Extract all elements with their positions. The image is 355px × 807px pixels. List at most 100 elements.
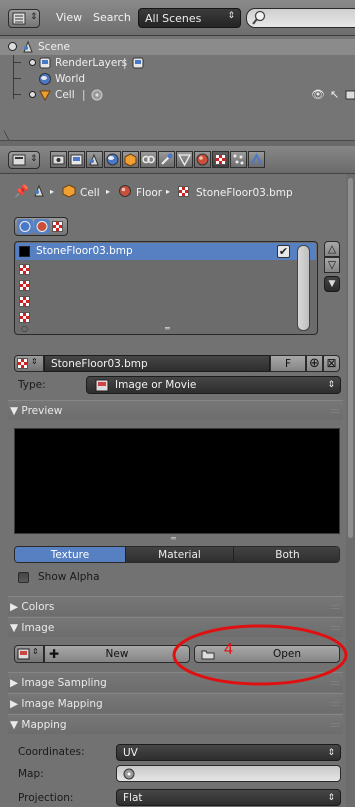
tree-row-cell[interactable]: Cell | 👁 ↖ [0,87,355,103]
world-context-button[interactable] [17,219,33,234]
unlink-texture-button[interactable]: ⊠ [323,355,340,372]
breadcrumb-item[interactable]: Floor [136,187,162,199]
object-tab-icon[interactable] [122,151,139,168]
world-tab-icon[interactable] [104,151,121,168]
chevron-updown-icon: ⇕ [327,793,335,803]
tab-texture[interactable]: Texture [15,547,125,562]
drag-handle-icon[interactable]: ::::: [331,694,341,714]
render-tab-icon[interactable] [50,151,67,168]
pin-icon[interactable]: 📌 [14,184,29,198]
empty-slot-icon[interactable] [19,264,30,275]
expand-icon[interactable] [29,59,36,66]
drag-handle-icon[interactable]: ::::: [331,715,341,735]
eye-icon[interactable]: 👁 [311,87,325,103]
show-alpha-checkbox[interactable] [18,572,29,583]
empty-slot-icon[interactable] [19,280,30,291]
move-up-button[interactable]: △ [324,241,340,257]
view-menu[interactable]: View [56,11,82,24]
scene-tab-icon[interactable] [86,151,103,168]
tab-material[interactable]: Material [125,547,233,562]
empty-slot-icon[interactable] [19,312,30,323]
search-input[interactable] [246,8,355,28]
material-context-button[interactable] [34,219,50,234]
modifiers-tab-icon[interactable] [158,151,175,168]
image-mapping-panel-header[interactable]: ▶ Image Mapping ::::: [8,693,343,713]
move-down-button[interactable]: ▽ [324,257,340,273]
chevron-updown-icon: ⇕ [227,11,235,21]
drag-handle-icon[interactable]: ::::: [331,618,341,638]
projection-select[interactable]: Flat ⇕ [116,789,341,806]
fake-user-button[interactable]: F [270,355,306,372]
add-texture-button[interactable]: ⊕ [306,355,323,372]
uv-map-field[interactable] [116,765,341,782]
world-icon [39,73,51,85]
display-mode-select[interactable]: All Scenes ⇕ [138,8,241,28]
drag-handle-icon[interactable]: ::::: [331,597,341,617]
breadcrumb-item[interactable]: Cell [80,187,100,199]
editor-type-button[interactable]: ⇕ [8,151,40,169]
list-resize-handle[interactable]: ═ [165,324,170,333]
panel-title: Image [21,622,55,634]
mapping-panel-header[interactable]: ▼ Mapping ::::: [8,714,343,734]
list-expand-icon[interactable]: ○ [21,324,28,333]
annotation-number: 4 [224,641,233,658]
preview-mode-tabs: Texture Material Both [14,546,340,563]
camera-render-icon[interactable] [345,88,355,102]
tab-label: Texture [50,549,90,561]
triangle-down-icon: ▼ [10,719,19,731]
scrollbar-thumb[interactable] [348,178,353,538]
mesh-data-tab-icon[interactable] [176,151,193,168]
search-icon [252,10,266,25]
expand-icon[interactable] [29,91,36,98]
type-select[interactable]: Image or Movie ⇕ [86,376,341,394]
drag-handle-icon[interactable]: ::::: [331,401,341,421]
browse-image-button[interactable]: ⇕ [14,645,44,663]
preview-panel-header[interactable]: ▼ Preview ::::: [8,400,343,420]
preview-resize-handle[interactable]: ═ [171,534,176,543]
breadcrumb-item[interactable]: StoneFloor03.bmp [196,187,293,199]
texture-tab-icon[interactable] [212,151,229,168]
image-sampling-panel-header[interactable]: ▶ Image Sampling ::::: [8,672,343,692]
tree-row-world[interactable]: World [0,71,355,87]
new-image-button[interactable]: ✚ New [44,645,190,663]
search-menu[interactable]: Search [93,11,131,24]
tree-label: RenderLayers [55,57,128,69]
slot-enabled-checkbox[interactable]: ✔ [277,245,290,258]
physics-tab-icon[interactable] [248,151,265,168]
cursor-select-icon[interactable]: ↖ [330,87,339,103]
open-image-button[interactable]: Open [194,645,340,663]
tree-row-scene[interactable]: Scene [0,39,355,55]
tab-both[interactable]: Both [233,547,339,562]
image-icon [95,379,109,392]
drag-handle-icon[interactable]: ::::: [331,673,341,693]
fake-user-label: F [284,358,292,370]
specials-menu-button[interactable]: ▼ [324,276,340,292]
chevron-right-icon: ▸ [106,187,111,196]
coordinates-label: Coordinates: [18,746,85,758]
mesh-data-icon [91,89,103,101]
colors-panel-header[interactable]: ▶ Colors ::::: [8,596,343,616]
editor-type-button[interactable]: ⇕ [8,9,40,28]
panel-title: Preview [21,405,63,417]
render-layers-tab-icon[interactable] [68,151,85,168]
list-scrollbar[interactable] [297,245,310,331]
object-icon [62,184,76,198]
particles-tab-icon[interactable] [230,151,247,168]
image-panel-header[interactable]: ▼ Image ::::: [8,617,343,637]
constraints-tab-icon[interactable] [140,151,157,168]
texture-context-selector [14,217,68,236]
tree-row-renderlayers[interactable]: RenderLayers | [0,55,355,71]
empty-slot-icon[interactable] [19,296,30,307]
texture-preview [14,428,340,534]
coordinates-select[interactable]: UV ⇕ [116,744,341,761]
material-tab-icon[interactable] [194,151,211,168]
new-image-label: New [105,648,129,660]
texture-icon [52,221,63,232]
collapse-icon[interactable] [8,42,17,51]
chevron-updown-icon: ⇕ [30,154,38,164]
texture-name-field[interactable]: StoneFloor03.bmp [44,355,270,372]
browse-texture-button[interactable]: ⇕ [14,355,44,372]
list-item[interactable]: StoneFloor03.bmp ✔ [16,243,316,260]
tree-label: Scene [38,41,71,53]
brush-context-button[interactable] [52,221,63,232]
